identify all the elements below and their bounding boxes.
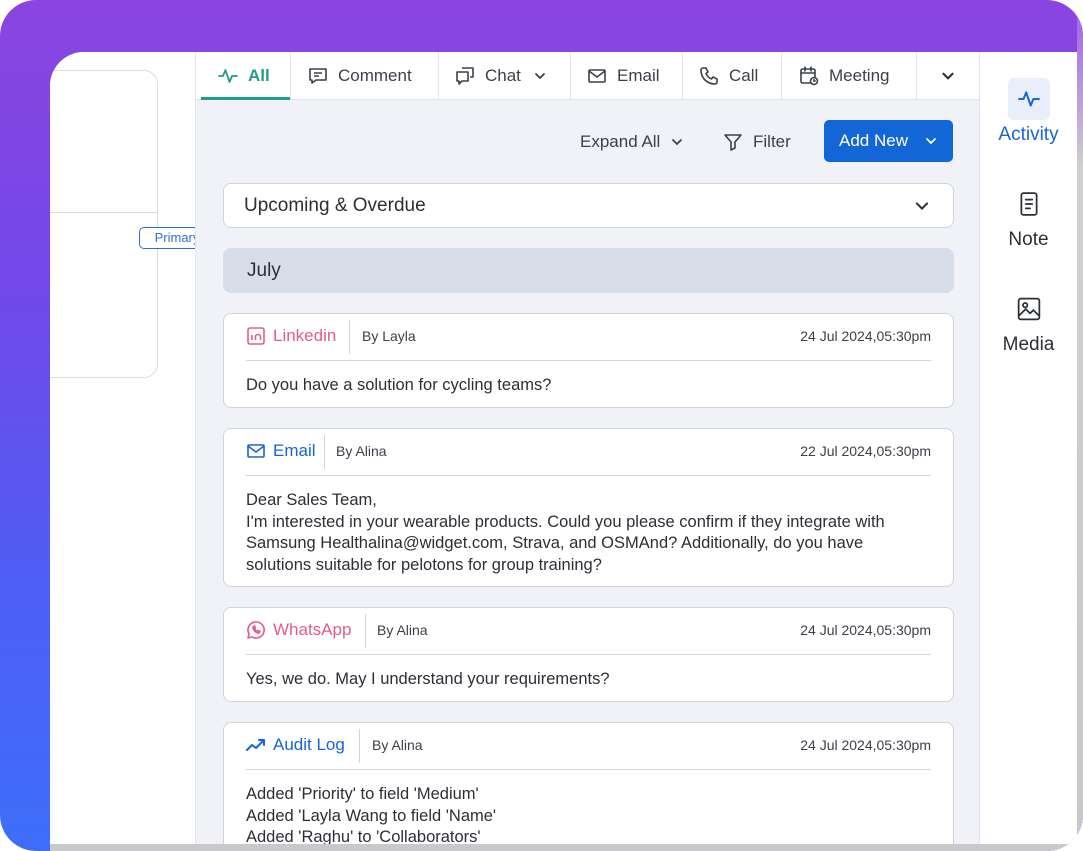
activity-item[interactable]: Audit Log By Alina 24 Jul 2024,05:30pm A… [223, 722, 954, 844]
app-screen: Primary All Comment Chat Email Call Meet… [50, 52, 1077, 844]
header-separator [359, 729, 360, 763]
activity-author: By Alina [336, 443, 387, 459]
activity-body: Added 'Priority' to field 'Medium' Added… [246, 785, 497, 844]
expand-all-label: Expand All [580, 132, 661, 151]
activity-header: Email By Alina 22 Jul 2024,05:30pm [246, 429, 931, 476]
whatsapp-icon [247, 621, 265, 639]
device-frame: Primary All Comment Chat Email Call Meet… [0, 0, 1083, 851]
email-icon [247, 444, 265, 458]
tab-label: Meeting [829, 65, 890, 85]
activity-type-label: Audit Log [273, 735, 345, 754]
activity-body: Do you have a solution for cycling teams… [246, 376, 552, 394]
frame-bottom [50, 844, 1083, 851]
activity-author: By Alina [372, 737, 423, 753]
activity-icon [1007, 78, 1050, 120]
rail-item-media[interactable]: Media [980, 288, 1077, 356]
activity-author: By Alina [377, 622, 428, 638]
tab-chat[interactable]: Chat [439, 52, 571, 99]
activity-type: Linkedin [246, 314, 336, 358]
tab-label: Email [617, 65, 660, 85]
activity-item[interactable]: Linkedin By Layla 24 Jul 2024,05:30pm Do… [223, 313, 954, 408]
chevron-down-icon [672, 139, 683, 146]
tab-all[interactable]: All [196, 52, 291, 100]
activity-timestamp: 22 Jul 2024,05:30pm [800, 443, 931, 459]
calendar-icon [800, 65, 819, 85]
tab-meeting[interactable]: Meeting [782, 52, 917, 99]
chevron-down-icon [915, 202, 929, 211]
email-icon [588, 68, 606, 83]
chevron-down-icon [535, 72, 545, 79]
expand-all-button[interactable]: Expand All [580, 120, 684, 164]
linkedin-icon [247, 327, 265, 345]
activity-timestamp: 24 Jul 2024,05:30pm [800, 622, 931, 638]
tab-label: Comment [338, 65, 412, 85]
contact-card [50, 70, 158, 378]
activity-tabs: All Comment Chat Email Call Meeting [196, 52, 979, 100]
month-header: July [223, 248, 954, 293]
chevron-down-icon [926, 138, 936, 145]
activity-type-label: WhatsApp [273, 620, 352, 639]
add-new-button[interactable]: Add New [824, 120, 953, 162]
activity-type: Audit Log [246, 723, 345, 767]
trend-icon [246, 739, 265, 751]
rail-item-note[interactable]: Note [980, 183, 1077, 251]
activity-timestamp: 24 Jul 2024,05:30pm [800, 328, 931, 344]
filter-button[interactable]: Filter [723, 120, 791, 164]
activity-type-label: Linkedin [273, 326, 337, 345]
activity-header: Linkedin By Layla 24 Jul 2024,05:30pm [246, 314, 931, 361]
activity-header: WhatsApp By Alina 24 Jul 2024,05:30pm [246, 608, 931, 655]
section-title: Upcoming & Overdue [244, 194, 426, 216]
chevron-down-icon [942, 72, 954, 80]
activity-panel: All Comment Chat Email Call Meeting Expa… [195, 52, 980, 844]
filter-label: Filter [753, 132, 791, 151]
image-icon [1008, 288, 1050, 330]
activity-author: By Layla [362, 328, 416, 344]
activity-icon [218, 68, 238, 83]
rail-label: Media [1002, 334, 1055, 355]
header-separator [324, 435, 325, 469]
filter-icon [724, 134, 742, 151]
activity-type: Email [246, 429, 316, 473]
header-separator [349, 320, 350, 354]
rail-label: Note [1008, 229, 1049, 250]
add-new-label: Add New [839, 131, 908, 150]
tab-call[interactable]: Call [683, 52, 782, 99]
activity-toolbar: Expand All Filter Add New [196, 120, 979, 164]
note-icon [1008, 183, 1050, 225]
tab-label: Chat [485, 65, 521, 85]
activity-header: Audit Log By Alina 24 Jul 2024,05:30pm [246, 723, 931, 770]
frame-edge [1077, 0, 1083, 851]
rail-label: Activity [998, 124, 1059, 145]
upcoming-overdue-section[interactable]: Upcoming & Overdue [223, 183, 954, 228]
rail-item-activity[interactable]: Activity [980, 78, 1077, 146]
activity-body: Dear Sales Team, I'm interested in your … [246, 491, 885, 574]
tab-email[interactable]: Email [571, 52, 683, 99]
chat-icon [456, 66, 474, 85]
tab-comment[interactable]: Comment [291, 52, 439, 99]
right-rail: Activity Note Media [980, 52, 1077, 844]
activity-timestamp: 24 Jul 2024,05:30pm [800, 737, 931, 753]
tab-label: Call [729, 65, 759, 85]
activity-type-label: Email [273, 441, 316, 460]
activity-type: WhatsApp [246, 608, 351, 652]
activity-item[interactable]: Email By Alina 22 Jul 2024,05:30pm Dear … [223, 428, 954, 587]
card-divider [50, 212, 157, 213]
activity-item[interactable]: WhatsApp By Alina 24 Jul 2024,05:30pm Ye… [223, 607, 954, 702]
activity-body: Yes, we do. May I understand your requir… [246, 670, 610, 688]
comment-icon [309, 67, 327, 84]
header-separator [365, 614, 366, 648]
tab-label: All [248, 65, 270, 85]
phone-icon [700, 66, 718, 85]
tabs-more-button[interactable] [917, 52, 979, 99]
left-panel: Primary [50, 52, 215, 844]
